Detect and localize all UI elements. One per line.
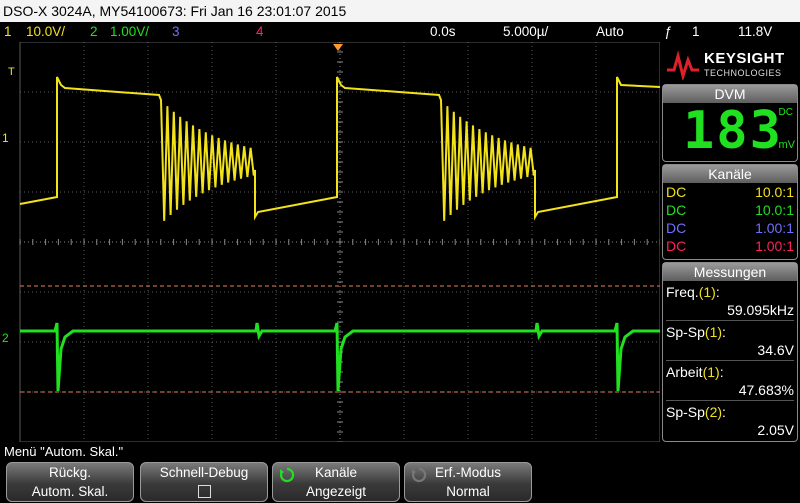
measurement-value-row: 2.05V — [663, 421, 797, 439]
trigger-position-marker — [333, 44, 343, 51]
measurement-label: Sp-Sp — [666, 324, 705, 340]
acquire-mode-button[interactable]: Erf.-Modus Normal — [404, 462, 532, 502]
ch2-waveform — [20, 322, 660, 392]
ch1-scale[interactable]: 10.0V/ — [26, 22, 65, 42]
rotate-knob-icon — [411, 467, 427, 483]
dvm-value: 183 — [683, 101, 783, 161]
waveform-display[interactable]: T 1 2 — [0, 42, 660, 442]
measurements-box[interactable]: Messungen Freq.(1): 59.095kHz Sp-Sp(1): 34.… — [662, 262, 798, 442]
channel-probe-ratio: 10.0:1 — [755, 202, 794, 218]
softkey-label: Schnell-Debug — [159, 465, 249, 480]
measurement-value: 47.683% — [738, 382, 794, 398]
trigger-level-marker: T — [8, 66, 15, 78]
channel-probe-ratio: 1.00:1 — [755, 220, 794, 236]
measurement-label: Sp-Sp — [666, 404, 705, 420]
ch4-number[interactable]: 4 — [256, 22, 264, 42]
ch3-number[interactable]: 3 — [172, 22, 180, 42]
trigger-edge-icon: ƒ — [664, 24, 672, 39]
dvm-readout: 183 DC mV — [663, 103, 797, 161]
ch1-number[interactable]: 1 — [4, 22, 12, 42]
measurement-divider — [666, 360, 794, 361]
measurement-source: (1) — [698, 284, 716, 300]
measurement-source: (2) — [704, 404, 723, 420]
measurement-divider — [666, 400, 794, 401]
channel-coupling: DC — [666, 220, 687, 236]
channels-list: DC 10.0:1 DC 10.0:1 DC 1.00:1 DC 1.00:1 — [663, 183, 797, 255]
measurement-label: Freq. — [666, 284, 699, 300]
brand-subtitle: TECHNOLOGIES — [704, 68, 782, 78]
measurement-label: Arbeit — [666, 364, 703, 380]
channel-probe-ratio: 1.00:1 — [755, 238, 794, 254]
measurement-value-row: 34.6V — [663, 341, 797, 359]
measurement-label-row[interactable]: Arbeit(1): — [663, 363, 797, 381]
measurement-value-row: 47.683% — [663, 381, 797, 399]
channels-box[interactable]: Kanäle DC 10.0:1 DC 10.0:1 DC 1.00:1 DC 1.00:1 — [662, 164, 798, 260]
softkey-label: Angezeigt — [305, 484, 367, 499]
keysight-wave-icon — [667, 50, 699, 80]
channel-coupling: DC — [666, 184, 687, 200]
undo-autoscale-button[interactable]: Rückg. Autom. Skal. — [6, 462, 134, 502]
softkey-bar: Rückg. Autom. Skal. Schnell-Debug Kanäle… — [0, 461, 800, 503]
measurements-list: Freq.(1): 59.095kHz Sp-Sp(1): 34.6V Arbeit(1… — [663, 283, 797, 439]
trigger-level[interactable]: 11.8V — [738, 22, 772, 42]
measurement-label-row[interactable]: Sp-Sp(2): — [663, 403, 797, 421]
softkey-label: Normal — [446, 484, 490, 499]
softkey-label: Rückg. — [48, 465, 92, 480]
keysight-logo: KEYSIGHT TECHNOLOGIES — [662, 44, 798, 84]
dvm-box[interactable]: DVM 183 DC mV — [662, 84, 798, 162]
channel-row[interactable]: DC 1.00:1 — [663, 237, 797, 255]
menu-title: Menü "Autom. Skal." — [4, 444, 124, 459]
channel-coupling: DC — [666, 202, 687, 218]
rotate-knob-icon — [279, 467, 295, 483]
measurement-colon: : — [722, 324, 726, 340]
waveform-graticule[interactable]: T 1 2 — [0, 42, 660, 442]
dvm-mode: DC — [778, 107, 793, 118]
status-bar: 1 10.0V/ 2 1.00V/ 3 4 0.0s 5.000µ/ Auto … — [0, 22, 800, 42]
side-panel: KEYSIGHT TECHNOLOGIES DVM 183 DC mV Kanä… — [660, 42, 800, 442]
channel-coupling: DC — [666, 238, 687, 254]
channels-displayed-button[interactable]: Kanäle Angezeigt — [272, 462, 400, 502]
trigger-source[interactable]: 1 — [692, 22, 700, 42]
measurement-source: (1) — [704, 324, 723, 340]
channel-probe-ratio: 10.0:1 — [755, 184, 794, 200]
channel-row[interactable]: DC 10.0:1 — [663, 183, 797, 201]
measurement-value-row: 59.095kHz — [663, 301, 797, 319]
ch2-ground-marker: 2 — [2, 331, 9, 345]
measurement-colon: : — [715, 284, 720, 300]
brand-name: KEYSIGHT — [704, 50, 785, 67]
ch1-ground-marker: 1 — [2, 131, 9, 145]
ch2-number[interactable]: 2 — [90, 22, 98, 42]
measurement-source: (1) — [702, 364, 720, 380]
horizontal-delay[interactable]: 0.0s — [430, 22, 456, 42]
measurement-divider — [666, 320, 794, 321]
timebase[interactable]: 5.000µ/ — [503, 22, 548, 42]
channel-row[interactable]: DC 10.0:1 — [663, 201, 797, 219]
measurement-value: 2.05V — [757, 422, 794, 438]
measurement-value: 34.6V — [757, 342, 794, 358]
dvm-unit: mV — [778, 139, 796, 151]
trigger-mode[interactable]: Auto — [596, 22, 624, 42]
measurement-value: 59.095kHz — [727, 302, 794, 318]
ch2-scale[interactable]: 1.00V/ — [110, 22, 149, 42]
softkey-label: Autom. Skal. — [31, 484, 109, 499]
measurement-label-row[interactable]: Sp-Sp(1): — [663, 323, 797, 341]
fast-debug-button[interactable]: Schnell-Debug — [140, 462, 268, 502]
title-bar: DSO-X 3024A, MY54100673: Fri Jan 16 23:0… — [0, 0, 800, 22]
channel-row[interactable]: DC 1.00:1 — [663, 219, 797, 237]
measurement-colon: : — [719, 364, 724, 380]
channels-header: Kanäle — [663, 165, 797, 183]
measurement-label-row[interactable]: Freq.(1): — [663, 283, 797, 301]
measurement-colon: : — [722, 404, 726, 420]
window-title: DSO-X 3024A, MY54100673: Fri Jan 16 23:0… — [3, 3, 347, 19]
measurements-header: Messungen — [663, 263, 797, 281]
checkbox-icon — [197, 485, 211, 498]
